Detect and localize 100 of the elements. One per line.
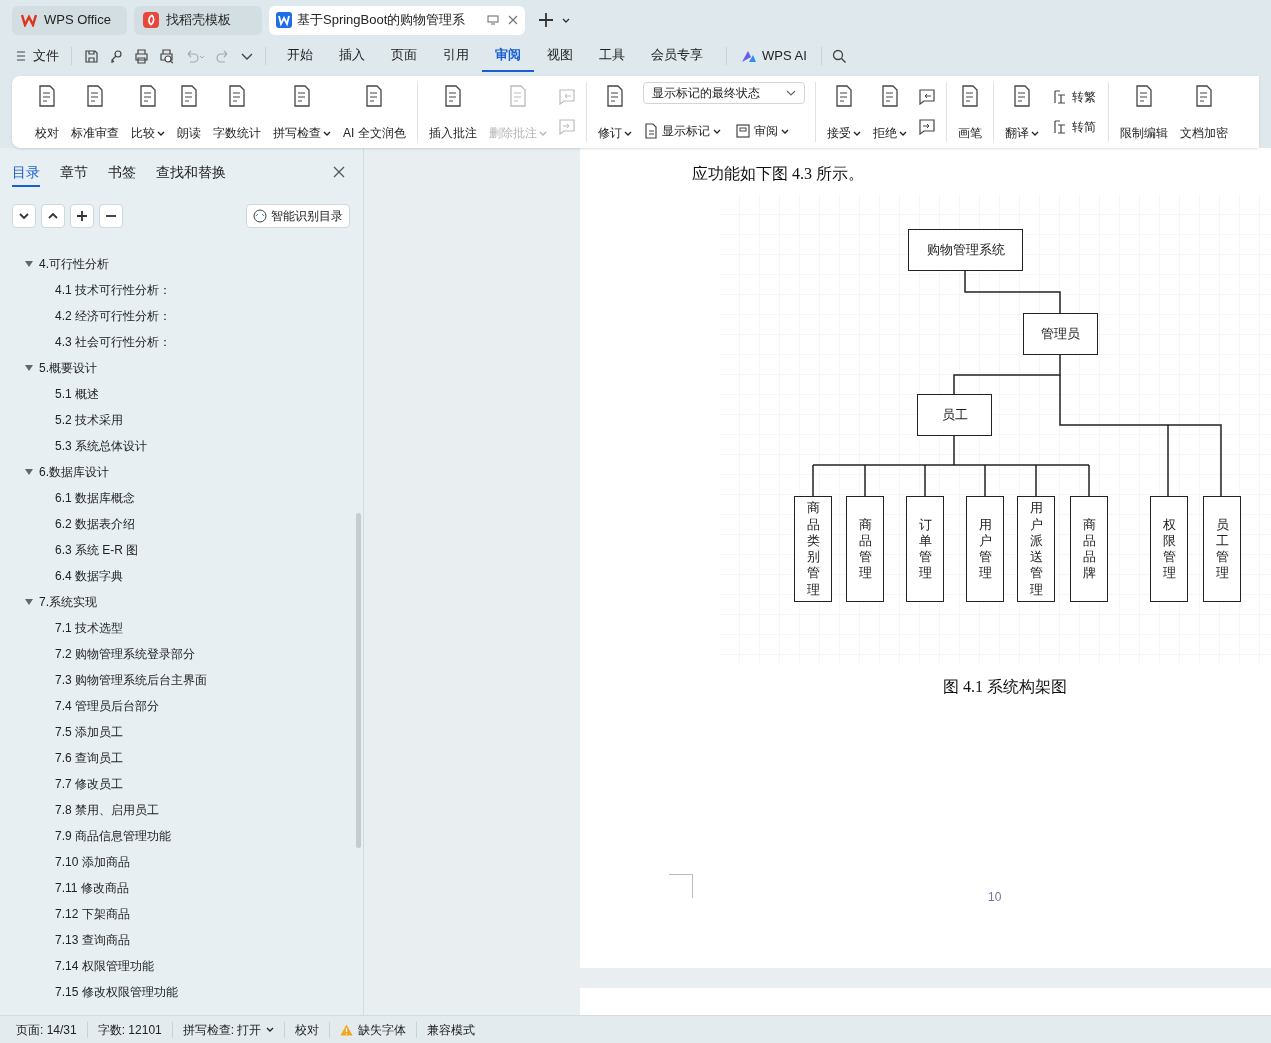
ribbon-button[interactable]: 文档加密 [1174,82,1233,142]
expand-button[interactable] [12,204,36,228]
ribbon-button[interactable]: 修订 [592,82,637,142]
outline-item[interactable]: 7.8 禁用、启用员工 [0,797,363,823]
outline-item[interactable]: 6.2 数据表介绍 [0,511,363,537]
file-menu[interactable]: 文件 [16,47,72,65]
diagram-node: 商品管理 [846,496,884,602]
demote-button[interactable] [99,204,123,228]
diagram-node: 员工管理 [1203,496,1241,602]
outline-item[interactable]: 6.4 数据字典 [0,563,363,589]
ribbon-tab[interactable]: 引用 [430,40,482,72]
collapse-button[interactable] [41,204,65,228]
pane-tab[interactable]: 查找和替换 [156,157,226,187]
status-text: 校对 [285,1021,331,1038]
outline-item[interactable]: 4.3 社会可行性分析： [0,329,363,355]
outline-item[interactable]: 5.概要设计 [0,355,363,381]
outline-item[interactable]: 7.5 添加员工 [0,719,363,745]
markup-select[interactable]: 显示标记的最终状态 [642,82,805,104]
outline-item[interactable]: 7.1 技术选型 [0,615,363,641]
close-icon [508,15,518,25]
outline-item[interactable]: 7.13 查询商品 [0,927,363,953]
outline-item[interactable]: 7.6 查询员工 [0,745,363,771]
outline-item[interactable]: 7.15 修改权限管理功能 [0,979,363,1005]
ribbon-tab[interactable]: 页面 [378,40,430,72]
character-icon [1051,89,1068,105]
outline-item[interactable]: 7.系统实现 [0,589,363,615]
ribbon-button[interactable]: 画笔 [952,82,987,142]
chevron-down-icon [241,51,253,61]
ribbon-button[interactable]: 字数统计 [208,82,266,142]
document-icon [642,123,659,139]
ribbon-button[interactable]: 比较 [126,82,170,142]
ribbon-tab[interactable]: 开始 [274,40,326,72]
diagram-node: 用户派送管理 [1017,496,1055,602]
outline-item[interactable]: 5.1 概述 [0,381,363,407]
print-icon [134,48,149,64]
ribbon-button[interactable]: 限制编辑 [1114,82,1173,142]
comment-left-icon [917,89,936,105]
logo-icon [21,13,37,27]
pane-tab[interactable]: 书签 [108,157,136,187]
pane-tab[interactable]: 目录 [12,157,40,187]
ribbon-tab[interactable]: 插入 [326,40,378,72]
ribbon-button[interactable]: 插入批注 [423,82,482,142]
outline-item[interactable]: 4.1 技术可行性分析： [0,277,363,303]
ai-menu[interactable]: WPS AI [726,47,822,65]
ribbon-button[interactable]: 拼写检查 [268,82,336,142]
scan-icon [253,209,267,223]
outline-item[interactable]: 7.4 管理员后台部分 [0,693,363,719]
promote-button[interactable] [70,204,94,228]
outline-item[interactable]: 7.2 购物管理系统登录部分 [0,641,363,667]
previous-comment-button[interactable] [917,89,936,105]
next-comment-button[interactable] [917,119,936,135]
app-tab[interactable]: 基于SpringBoot的购物管理系 [269,5,525,35]
pane-tab[interactable]: 章节 [60,157,88,187]
diagram-node: 商品类别管理 [794,496,832,602]
ribbon-tab[interactable]: 审阅 [482,40,534,72]
outline-item[interactable]: 6.3 系统 E-R 图 [0,537,363,563]
ribbon-button[interactable]: 朗读 [172,82,206,142]
ribbon-button[interactable]: 转简 [1051,118,1096,136]
scrollbar-thumb[interactable] [356,513,361,848]
outline-item[interactable]: 7.11 修改商品 [0,875,363,901]
ribbon-button[interactable]: 转繁 [1051,88,1096,106]
outline-item[interactable]: 7.10 添加商品 [0,849,363,875]
outline-item[interactable]: 7.14 权限管理功能 [0,953,363,979]
margin-corner-mark [669,874,693,898]
ribbon-tab[interactable]: 会员专享 [638,40,716,72]
smart-toc-button[interactable]: 智能识别目录 [246,204,350,228]
outline-item[interactable]: 4.2 经济可行性分析： [0,303,363,329]
ribbon-button[interactable]: AI 全文润色 [338,82,411,142]
character-icon [1051,119,1068,135]
app-tab[interactable]: WPS Office [12,5,127,35]
ribbon-button[interactable]: 标准审查 [66,82,124,142]
ribbon-button[interactable]: 接受 [821,82,866,142]
diagram-node: 管理员 [1023,313,1098,355]
ribbon-button[interactable]: 翻译 [999,82,1044,142]
status-item[interactable]: 缺失字体 [330,1021,418,1038]
ribbon-button[interactable]: 显示标记 [642,122,721,140]
outline-item[interactable]: 7.9 商品信息管理功能 [0,823,363,849]
caret-icon [266,1026,275,1033]
ribbon-button[interactable]: 拒绝 [867,82,912,142]
comment-right-icon [557,119,576,135]
plus-icon [75,209,89,223]
warning-icon [340,1023,354,1036]
outline-item[interactable]: 7.3 购物管理系统后台主界面 [0,667,363,693]
outline-item[interactable]: 4.可行性分析 [0,251,363,277]
ribbon-button[interactable]: 审阅 [734,122,789,140]
outline-item[interactable]: 5.3 系统总体设计 [0,433,363,459]
outline-item[interactable]: 6.1 数据库概念 [0,485,363,511]
search-icon [831,48,847,64]
menu-icon [16,50,26,62]
outline-item[interactable]: 5.2 技术采用 [0,407,363,433]
ribbon-button[interactable]: 校对 [30,82,64,142]
outline-item[interactable]: 7.7 修改员工 [0,771,363,797]
outline-item[interactable]: 7.12 下架商品 [0,901,363,927]
ribbon-tab[interactable]: 工具 [586,40,638,72]
paragraph-text: 应功能如下图 4.3 所示。 [692,164,864,184]
ribbon-tab[interactable]: 视图 [534,40,586,72]
print-preview-icon [159,48,174,64]
app-tab[interactable]: 找稻壳模板 [134,5,262,35]
outline-item[interactable]: 6.数据库设计 [0,459,363,485]
status-item[interactable]: 拼写检查: 打开 [172,1021,286,1038]
